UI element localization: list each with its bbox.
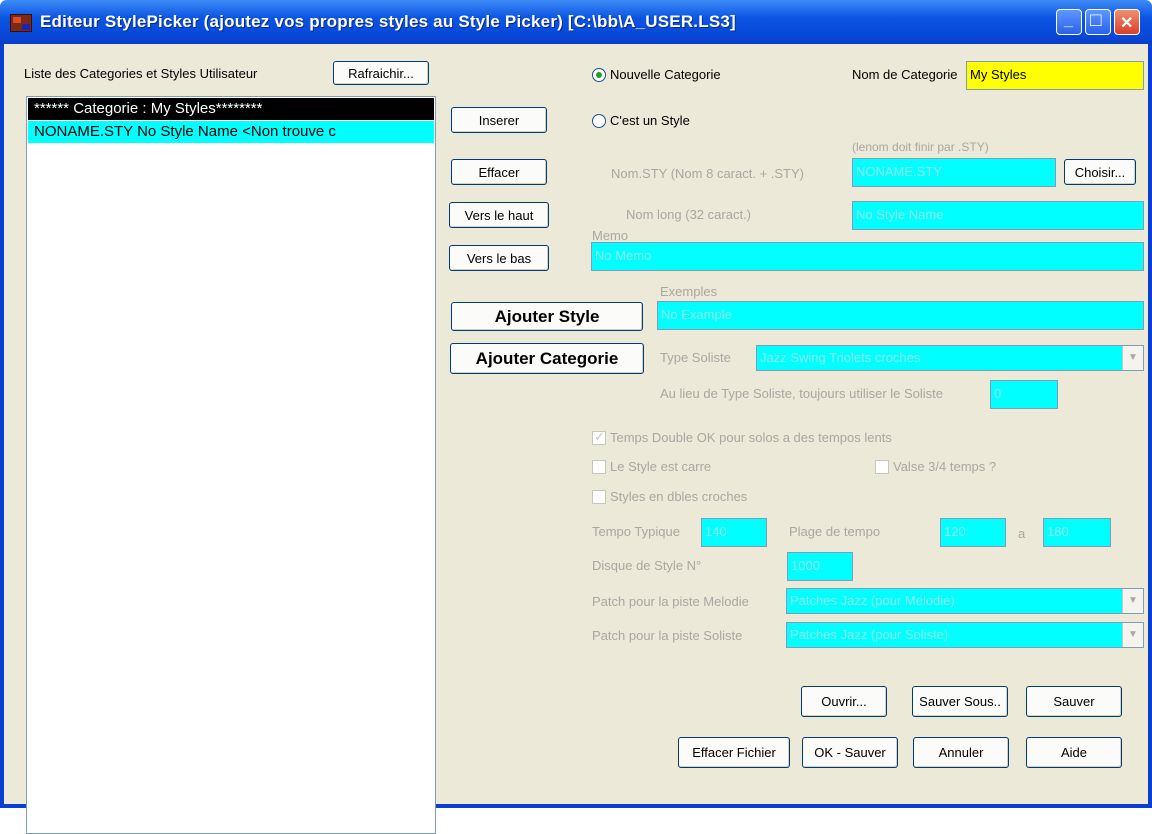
save-button[interactable]: Sauver	[1026, 686, 1122, 717]
sty-hint-label: (lenom doit finir par .STY)	[852, 140, 989, 154]
new-category-radio[interactable]	[592, 68, 606, 82]
refresh-button[interactable]: Rafraichir...	[333, 61, 429, 85]
choose-button[interactable]: Choisir...	[1064, 159, 1136, 185]
minimize-button[interactable]: _	[1056, 9, 1082, 35]
dialog-client-area: Liste des Categories et Styles Utilisate…	[4, 44, 1148, 834]
style-disk-label: Disque de Style N°	[592, 558, 702, 573]
square-style-checkbox[interactable]	[592, 460, 606, 474]
memo-value: No Memo	[595, 248, 652, 263]
insert-button[interactable]: Inserer	[451, 107, 547, 133]
save-as-button[interactable]: Sauver Sous..	[912, 686, 1008, 717]
category-name-field[interactable]: My Styles	[966, 61, 1144, 90]
soloist-instead-field[interactable]: 0	[990, 380, 1058, 409]
open-button[interactable]: Ouvrir...	[801, 686, 887, 717]
soloist-type-combo[interactable]: Jazz Swing Triolets croches ▼	[756, 345, 1144, 371]
tempo-range-to-field[interactable]: 180	[1043, 518, 1111, 547]
long-name-label: Nom long (32 caract.)	[626, 207, 751, 222]
tempo-range-to-value: 180	[1047, 524, 1069, 539]
sty-name-label: Nom.STY (Nom 8 caract. + .STY)	[611, 166, 805, 181]
style-disk-value: 1000	[791, 558, 820, 573]
app-icon[interactable]	[10, 14, 32, 32]
tempo-range-label: Plage de tempo	[789, 524, 881, 539]
double-time-checkbox[interactable]	[592, 429, 606, 445]
melody-patch-value: Patches Jazz (pour Melodie)	[790, 593, 955, 608]
long-name-field[interactable]: No Style Name	[852, 201, 1144, 230]
melody-patch-combo[interactable]: Patches Jazz (pour Melodie) ▼	[786, 588, 1144, 614]
style-disk-field[interactable]: 1000	[787, 552, 853, 581]
stylepicker-editor-window: Editeur StylePicker (ajoutez vos propres…	[0, 0, 1152, 834]
tempo-field[interactable]: 140	[701, 518, 767, 547]
delete-file-button[interactable]: Effacer Fichier	[678, 737, 790, 768]
examples-label: Exemples	[660, 284, 718, 299]
chevron-down-icon[interactable]: ▼	[1122, 346, 1143, 370]
title-bar[interactable]: Editeur StylePicker (ajoutez vos propres…	[0, 0, 1152, 44]
sixteenth-styles-checkbox[interactable]	[592, 490, 606, 504]
add-style-button[interactable]: Ajouter Style	[451, 302, 643, 331]
maximize-icon: □	[1090, 10, 1102, 31]
soloist-type-value: Jazz Swing Triolets croches	[760, 350, 921, 365]
maximize-button[interactable]: □	[1085, 9, 1111, 35]
examples-value: No Example	[661, 307, 732, 322]
list-item-category[interactable]: ****** Categorie : My Styles********	[28, 98, 434, 120]
cancel-button[interactable]: Annuler	[913, 737, 1009, 768]
soloist-patch-value: Patches Jazz (pour Soliste)	[790, 627, 949, 642]
melody-patch-label: Patch pour la piste Melodie	[592, 594, 749, 609]
category-name-label: Nom de Categorie	[852, 67, 958, 82]
sty-name-field[interactable]: NONAME.STY	[852, 158, 1056, 187]
tempo-value: 140	[705, 524, 727, 539]
memo-field[interactable]: No Memo	[591, 242, 1144, 271]
soloist-type-label: Type Soliste	[660, 350, 731, 365]
memo-label: Memo	[592, 228, 629, 243]
close-icon: ✕	[1120, 15, 1134, 32]
tempo-range-a-label: a	[1018, 526, 1026, 541]
move-up-button[interactable]: Vers le haut	[449, 202, 549, 228]
ok-save-button[interactable]: OK - Sauver	[802, 737, 898, 768]
square-style-label[interactable]: Le Style est carre	[610, 459, 711, 474]
waltz-checkbox[interactable]	[875, 460, 889, 474]
minimize-icon: _	[1064, 12, 1073, 29]
sty-name-value: NONAME.STY	[856, 164, 942, 179]
soloist-instead-label: Au lieu de Type Soliste, toujours utilis…	[660, 386, 944, 401]
move-down-button[interactable]: Vers le bas	[449, 245, 549, 271]
add-category-button[interactable]: Ajouter Categorie	[450, 343, 644, 374]
double-time-label[interactable]: Temps Double OK pour solos a des tempos …	[610, 430, 892, 445]
list-label: Liste des Categories et Styles Utilisate…	[24, 66, 258, 81]
soloist-instead-value: 0	[994, 386, 1002, 401]
examples-field[interactable]: No Example	[657, 301, 1144, 330]
styles-listbox[interactable]: ****** Categorie : My Styles******** NON…	[26, 96, 436, 834]
tempo-label: Tempo Typique	[592, 524, 680, 539]
is-style-label[interactable]: C'est un Style	[610, 113, 690, 128]
chevron-down-icon[interactable]: ▼	[1122, 623, 1143, 647]
is-style-radio[interactable]	[592, 114, 606, 128]
chevron-down-icon[interactable]: ▼	[1122, 589, 1143, 613]
new-category-label[interactable]: Nouvelle Categorie	[610, 67, 721, 82]
soloist-patch-combo[interactable]: Patches Jazz (pour Soliste) ▼	[786, 622, 1144, 648]
long-name-value: No Style Name	[856, 207, 944, 222]
soloist-patch-label: Patch pour la piste Soliste	[592, 628, 743, 643]
waltz-label[interactable]: Valse 3/4 temps ?	[893, 459, 996, 474]
list-item-style[interactable]: NONAME.STY No Style Name <Non trouve c	[28, 121, 434, 143]
tempo-range-from-value: 120	[944, 524, 966, 539]
close-button[interactable]: ✕	[1114, 9, 1140, 35]
delete-button[interactable]: Effacer	[451, 159, 547, 185]
window-title: Editeur StylePicker (ajoutez vos propres…	[40, 12, 736, 31]
tempo-range-from-field[interactable]: 120	[940, 518, 1006, 547]
help-button[interactable]: Aide	[1026, 737, 1122, 768]
sixteenth-styles-label[interactable]: Styles en dbles croches	[610, 489, 747, 504]
